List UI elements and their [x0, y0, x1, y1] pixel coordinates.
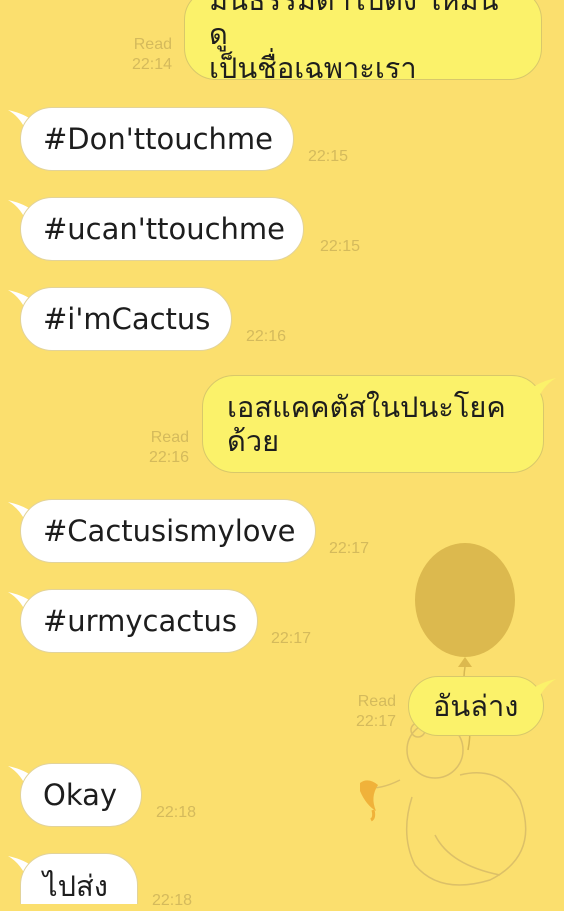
message-bubble[interactable]: อันล่าง — [408, 676, 544, 736]
message-bubble[interactable]: #Cactusismylove — [20, 499, 316, 563]
message-line: อันล่าง — [433, 689, 519, 723]
bubble-tail-icon — [530, 378, 556, 404]
message-text: ไปส่ง — [43, 869, 108, 903]
message-meta: Read 22:16 — [135, 428, 189, 468]
message-bubble[interactable]: ไปส่ง — [20, 853, 138, 904]
message-line: เอสแคคตัสในปนะโยค — [227, 390, 506, 424]
message-time: 22:18 — [156, 804, 197, 821]
message-text: #i'mCactus — [43, 302, 211, 336]
message-text: #urmycactus — [43, 604, 238, 638]
message-meta: Read 22:17 — [342, 692, 396, 732]
message-bubble[interactable]: มันธรรมดาไปตึ้ง ให้มันดู เป็นชื่อเฉพาะเร… — [184, 0, 542, 85]
message-time: 22:15 — [308, 148, 349, 165]
message-text: #Cactusismylove — [43, 514, 296, 548]
message-text: #ucan'ttouchme — [43, 212, 286, 246]
message-bubble[interactable]: Okay — [20, 763, 142, 827]
message-time: 22:18 — [152, 892, 193, 909]
message-line: มันธรรมดาไปตึ้ง ให้มันดู — [209, 0, 499, 51]
message-time: 22:17 — [271, 630, 312, 647]
message-bubble[interactable]: #i'mCactus — [20, 287, 232, 351]
message-line: เป็นชื่อเฉพาะเรา — [209, 51, 417, 85]
message-text: Okay — [43, 778, 118, 812]
chat-view[interactable]: Read 22:14 มันธรรมดาไปตึ้ง ให้มันดู เป็น… — [0, 0, 564, 909]
message-bubble[interactable]: #ucan'ttouchme — [20, 197, 304, 261]
message-bubble[interactable]: #Don'ttouchme — [20, 107, 294, 171]
message-text: #Don'ttouchme — [43, 122, 274, 156]
message-time: 22:17 — [329, 540, 370, 557]
read-status: Read — [133, 36, 172, 53]
bubble-tail-icon — [530, 679, 556, 705]
read-status: Read — [150, 429, 189, 446]
message-line: ด้วย — [227, 424, 280, 458]
message-meta: Read 22:14 — [118, 35, 172, 75]
message-time: 22:17 — [355, 713, 396, 730]
message-time: 22:16 — [148, 449, 189, 466]
read-status: Read — [357, 693, 396, 710]
message-bubble[interactable]: เอสแคคตัสในปนะโยค ด้วย — [202, 375, 544, 473]
message-bubble[interactable]: #urmycactus — [20, 589, 258, 653]
message-time: 22:16 — [246, 328, 287, 345]
message-time: 22:14 — [131, 56, 172, 73]
message-time: 22:15 — [320, 238, 361, 255]
